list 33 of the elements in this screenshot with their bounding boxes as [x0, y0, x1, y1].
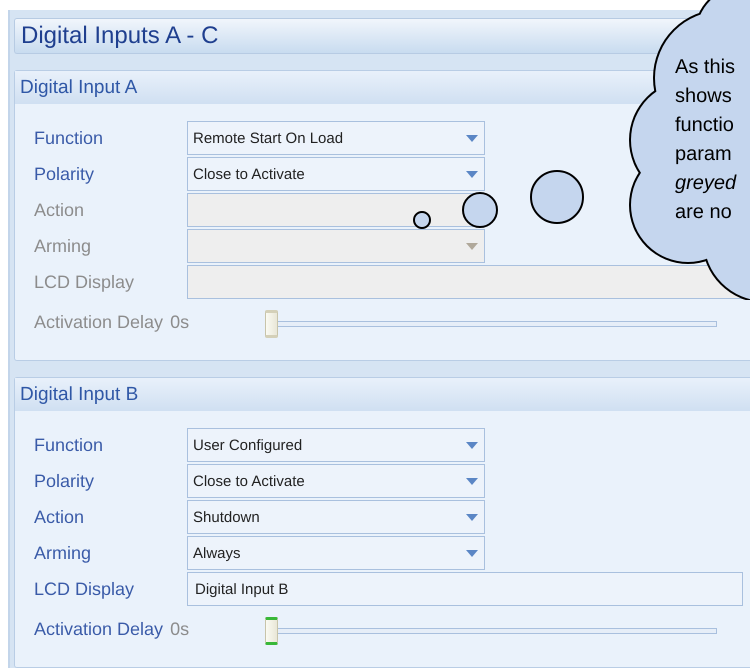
field-label: Activation Delay: [34, 312, 164, 332]
field-label: Action: [34, 506, 86, 528]
input-field[interactable]: Digital Input B: [187, 572, 743, 606]
delay-value: 0s: [170, 618, 190, 640]
dropdown[interactable]: Close to Activate: [187, 464, 485, 498]
dropdown[interactable]: Shutdown: [187, 500, 485, 534]
dropdown-arrow-icon: [466, 170, 478, 178]
panel-title: Digital Input B: [15, 378, 750, 411]
dropdown[interactable]: Close to Activate: [187, 157, 485, 191]
slider-thumb[interactable]: [265, 617, 278, 645]
field-label: Activation Delay: [34, 618, 164, 640]
field-label: Function: [34, 128, 104, 148]
field-label: Arming: [34, 542, 92, 564]
callout-tooltip-text: As this shows functio param greyed are no: [675, 55, 736, 225]
dropdown[interactable]: Remote Start On Load: [187, 121, 485, 155]
dropdown-arrow-icon: [466, 550, 478, 556]
field-label: LCD Display: [34, 578, 136, 600]
slider[interactable]: [265, 310, 718, 338]
field-label: LCD Display: [34, 272, 136, 292]
dropdown[interactable]: Always: [187, 536, 485, 570]
dropdown-arrow-icon: [466, 134, 478, 142]
field-label: Polarity: [34, 164, 96, 184]
dropdown-arrow-icon: [466, 242, 478, 250]
dropdown-arrow-icon: [466, 478, 478, 484]
dropdown-arrow-icon: [466, 514, 478, 520]
field-label: Arming: [34, 236, 92, 256]
delay-value: 0s: [170, 312, 190, 332]
field-label: Function: [34, 434, 104, 456]
dropdown[interactable]: User Configured: [187, 428, 485, 462]
field-label: Polarity: [34, 470, 96, 492]
slider[interactable]: [265, 617, 718, 645]
field-label: Action: [34, 200, 86, 220]
dropdown-arrow-icon: [466, 442, 478, 448]
